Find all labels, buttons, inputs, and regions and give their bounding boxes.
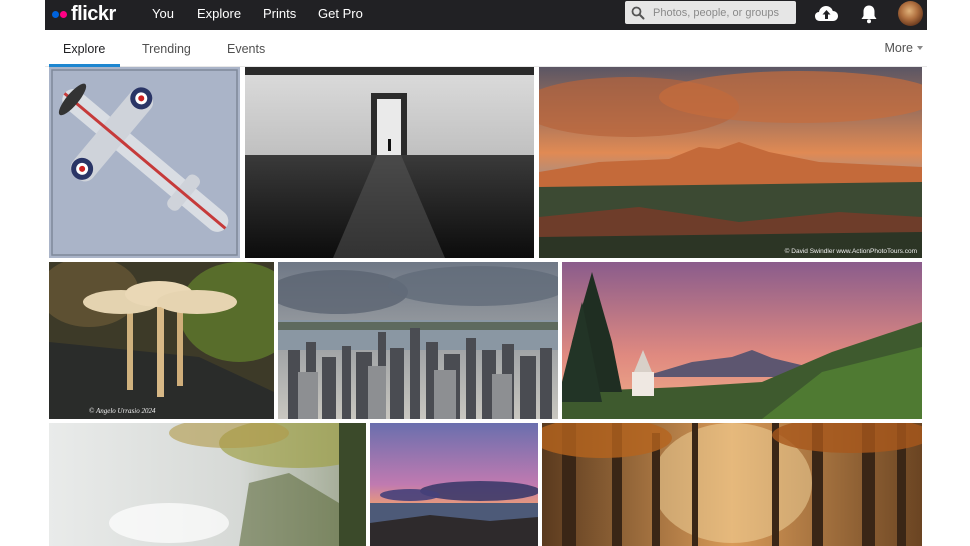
photo-mushrooms-image — [49, 262, 274, 419]
notification-bell-icon[interactable] — [860, 4, 878, 24]
search-icon[interactable] — [631, 6, 645, 20]
photo-mushrooms[interactable]: © Angelo Urrasio 2024 — [49, 262, 274, 419]
more-label: More — [884, 41, 913, 55]
photo-alpine-church-image — [562, 262, 922, 419]
photo-canyon-image — [539, 67, 922, 258]
photo-spitfire[interactable] — [49, 67, 240, 258]
flickr-page: flickr You Explore Prints Get Pro Explor… — [0, 0, 970, 546]
photo-coast[interactable] — [370, 423, 538, 546]
nav-get-pro[interactable]: Get Pro — [318, 5, 363, 23]
photo-autumn-forest-image — [542, 423, 922, 546]
upload-cloud-icon[interactable] — [814, 4, 839, 23]
nav-you[interactable]: You — [152, 5, 174, 23]
tab-events[interactable]: Events — [227, 41, 265, 57]
photo-spitfire-image — [49, 67, 240, 258]
tab-explore[interactable]: Explore — [63, 41, 105, 57]
logo-pink-dot — [60, 10, 67, 18]
photo-signature: © Angelo Urrasio 2024 — [89, 407, 156, 415]
photo-corridor[interactable] — [245, 67, 534, 258]
top-navigation-bar: flickr You Explore Prints Get Pro — [45, 0, 927, 30]
photo-autumn-forest[interactable] — [542, 423, 922, 546]
user-avatar[interactable] — [898, 1, 923, 26]
photo-canyon[interactable]: © David Swindler www.ActionPhotoTours.co… — [539, 67, 922, 258]
photo-misty-forest[interactable] — [49, 423, 366, 546]
search-input[interactable] — [653, 4, 791, 21]
photo-credit: © David Swindler www.ActionPhotoTours.co… — [784, 248, 917, 255]
photo-city[interactable] — [278, 262, 558, 419]
nav-prints[interactable]: Prints — [263, 5, 296, 23]
more-menu[interactable]: More — [885, 41, 923, 55]
tab-trending[interactable]: Trending — [142, 41, 191, 57]
search-box[interactable] — [625, 1, 796, 24]
logo-blue-dot — [52, 10, 59, 18]
sub-navigation: Explore Trending Events More — [45, 30, 927, 67]
flickr-logo[interactable]: flickr — [52, 3, 116, 25]
photo-misty-forest-image — [49, 423, 366, 546]
photo-coast-image — [370, 423, 538, 546]
logo-text: flickr — [71, 3, 116, 25]
photo-city-image — [278, 262, 558, 419]
photo-alpine-church[interactable] — [562, 262, 922, 419]
caret-down-icon — [917, 46, 923, 50]
nav-explore[interactable]: Explore — [197, 5, 241, 23]
photo-corridor-image — [245, 67, 534, 258]
